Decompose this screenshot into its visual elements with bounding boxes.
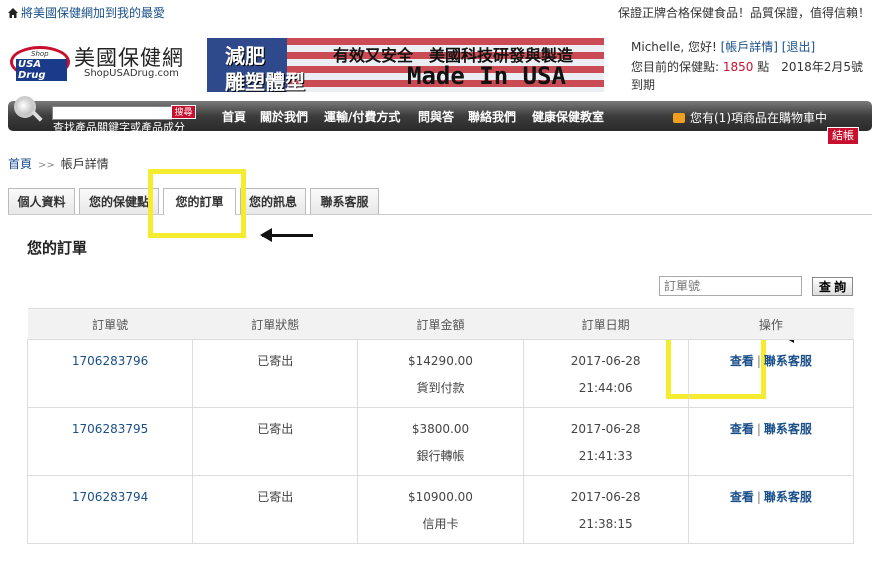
- banner-line2: 雕塑體型: [225, 70, 305, 92]
- table-row: 1706283794 已寄出 $10900.00 信用卡 2017-06-28 21…: [26, 475, 855, 544]
- order-status: 已寄出: [257, 354, 294, 368]
- order-date: 2017-06-28: [570, 422, 641, 436]
- breadcrumb: 首頁 >> 帳戶詳情: [8, 155, 109, 172]
- account-details-link[interactable]: [帳戶詳情]: [721, 40, 778, 54]
- view-order-link[interactable]: 查看: [730, 422, 754, 436]
- arrow-orders-tab: [260, 228, 313, 242]
- order-payment-method: 貨到付款: [416, 381, 465, 395]
- nav-about[interactable]: 關於我們: [260, 108, 308, 125]
- logo-badge: Shop USA Drug: [10, 46, 70, 81]
- order-time: 21:38:15: [578, 517, 633, 531]
- table-header-row: 訂單號 訂單狀態 訂單金額 訂單日期 操作: [27, 308, 854, 340]
- order-date: 2017-06-28: [570, 490, 641, 504]
- add-favorite-link[interactable]: 將美國保健網加到我的最愛: [8, 4, 165, 21]
- order-payment-method: 信用卡: [422, 517, 459, 531]
- breadcrumb-home[interactable]: 首頁: [8, 157, 32, 171]
- view-order-link[interactable]: 查看: [730, 490, 754, 504]
- view-order-link[interactable]: 查看: [730, 354, 754, 368]
- product-search-button[interactable]: 搜尋: [171, 105, 196, 119]
- breadcrumb-current: 帳戶詳情: [60, 157, 109, 171]
- tab-profile[interactable]: 個人資料: [8, 188, 75, 214]
- promo-banner[interactable]: 減肥 雕塑體型 有效又安全 美國科技研發與製造 Made In USA: [207, 38, 604, 92]
- breadcrumb-separator: >>: [38, 160, 55, 171]
- checkout-button[interactable]: 結帳: [827, 127, 859, 145]
- search-hint: 查找產品關鍵字或產品成分: [53, 121, 185, 134]
- order-time: 21:41:33: [578, 449, 633, 463]
- contact-support-link[interactable]: 聯系客服: [764, 422, 812, 436]
- orders-title: 您的訂單: [27, 239, 88, 257]
- nav-home[interactable]: 首頁: [222, 108, 246, 125]
- banner-line1: 減肥: [225, 44, 265, 68]
- home-icon: [8, 8, 18, 18]
- order-status: 已寄出: [257, 490, 294, 504]
- order-id-link[interactable]: 1706283796: [28, 340, 192, 375]
- points-value: 1850: [722, 60, 754, 74]
- product-search-input[interactable]: [52, 106, 172, 120]
- cart-summary[interactable]: 您有(1)項商品在購物車中: [673, 109, 827, 126]
- order-status: 已寄出: [257, 422, 294, 436]
- nav-health-class[interactable]: 健康保健教室: [532, 108, 604, 125]
- order-number-input[interactable]: [659, 276, 802, 296]
- order-query-button[interactable]: 查 詢: [812, 277, 853, 296]
- order-amount: $14290.00: [408, 354, 473, 368]
- order-date: 2017-06-28: [570, 354, 641, 368]
- col-amount: 訂單金額: [357, 308, 524, 340]
- nav-shipping-payment[interactable]: 運輸/付費方式: [324, 108, 400, 125]
- col-status: 訂單狀態: [192, 308, 358, 340]
- logo-badge-shop: Shop: [31, 50, 49, 58]
- logo-url: ShopUSADrug.com: [84, 68, 179, 79]
- banner-tag1: 有效又安全: [333, 46, 414, 65]
- banner-made-in: Made In USA: [407, 62, 566, 90]
- order-id-link[interactable]: 1706283794: [28, 476, 192, 511]
- order-time: 21:44:06: [578, 381, 633, 395]
- logout-link[interactable]: [退出]: [782, 40, 815, 54]
- nav-contact[interactable]: 聯絡我們: [468, 108, 516, 125]
- table-row: 1706283796 已寄出 $14290.00 貨到付款 2017-06-28 2…: [26, 339, 855, 408]
- orders-table: 訂單號 訂單狀態 訂單金額 訂單日期 操作 1706283796 已寄出 $14…: [26, 308, 855, 544]
- contact-support-link[interactable]: 聯系客服: [764, 490, 812, 504]
- col-actions: 操作: [688, 308, 854, 340]
- order-payment-method: 銀行轉帳: [416, 449, 465, 463]
- table-row: 1706283795 已寄出 $3800.00 銀行轉帳 2017-06-28 21…: [26, 407, 855, 476]
- user-greeting-line: Michelle, 您好! [帳戶詳情] [退出]: [631, 38, 815, 55]
- points-info: 您目前的保健點: 1850 點 2018年2月5號到期: [631, 58, 871, 94]
- logo-badge-usa: USA Drug: [16, 59, 67, 81]
- site-slogan: 保證正牌合格保健食品！品質保證，值得信賴！: [617, 6, 870, 20]
- site-logo[interactable]: Shop USA Drug 美國保健網 ShopUSADrug.com: [10, 42, 195, 84]
- tab-health-points[interactable]: 您的保健點: [79, 188, 159, 214]
- order-amount: $3800.00: [411, 422, 470, 436]
- user-greeting: Michelle, 您好!: [631, 40, 717, 54]
- tab-messages[interactable]: 您的訊息: [240, 188, 306, 214]
- col-order-id: 訂單號: [27, 308, 193, 340]
- order-amount: $10900.00: [408, 490, 473, 504]
- nav-faq[interactable]: 問與答: [418, 108, 454, 125]
- points-label: 您目前的保健點:: [631, 60, 720, 74]
- add-favorite-text: 將美國保健網加到我的最愛: [21, 6, 166, 20]
- top-bar: 將美國保健網加到我的最愛 保證正牌合格保健食品！品質保證，值得信賴！: [0, 0, 876, 24]
- highlight-box-orders-tab: [148, 169, 246, 238]
- col-date: 訂單日期: [523, 308, 689, 340]
- cart-text: 您有(1)項商品在購物車中: [690, 111, 827, 125]
- cart-icon: [673, 113, 685, 123]
- tab-support[interactable]: 聯系客服: [310, 188, 379, 214]
- order-id-link[interactable]: 1706283795: [28, 408, 192, 443]
- contact-support-link[interactable]: 聯系客服: [764, 354, 812, 368]
